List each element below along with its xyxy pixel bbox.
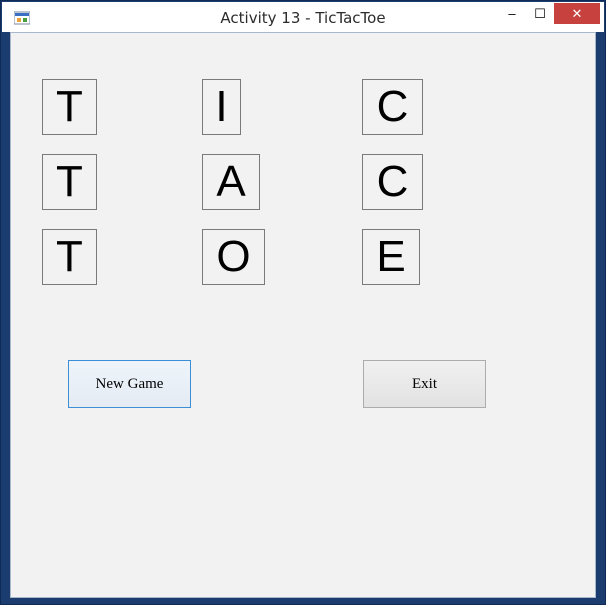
board-cell-r3c2[interactable]: O — [202, 229, 265, 285]
board-cell-r2c3[interactable]: C — [362, 154, 423, 210]
maximize-icon: ☐ — [534, 5, 546, 21]
board-cell-r3c1[interactable]: T — [42, 229, 97, 285]
new-game-button[interactable]: New Game — [68, 360, 191, 408]
title-bar[interactable]: Activity 13 - TicTacToe – ☐ ✕ — [2, 2, 604, 32]
maximize-button[interactable]: ☐ — [527, 3, 553, 24]
exit-button[interactable]: Exit — [363, 360, 486, 408]
board-cell-r2c2[interactable]: A — [202, 154, 260, 210]
board-cell-r1c2[interactable]: I — [202, 79, 241, 135]
board-cell-r1c3[interactable]: C — [362, 79, 423, 135]
close-icon: ✕ — [571, 5, 583, 21]
minimize-button[interactable]: – — [499, 3, 525, 24]
app-window: Activity 13 - TicTacToe – ☐ ✕ T I C T A … — [0, 0, 606, 605]
board-cell-r1c1[interactable]: T — [42, 79, 97, 135]
board-cell-r2c1[interactable]: T — [42, 154, 97, 210]
board-cell-r3c3[interactable]: E — [362, 229, 420, 285]
form-client-area: T I C T A C T O E New Game Exit — [10, 32, 596, 598]
close-button[interactable]: ✕ — [554, 3, 600, 24]
minimize-icon: – — [508, 6, 516, 21]
